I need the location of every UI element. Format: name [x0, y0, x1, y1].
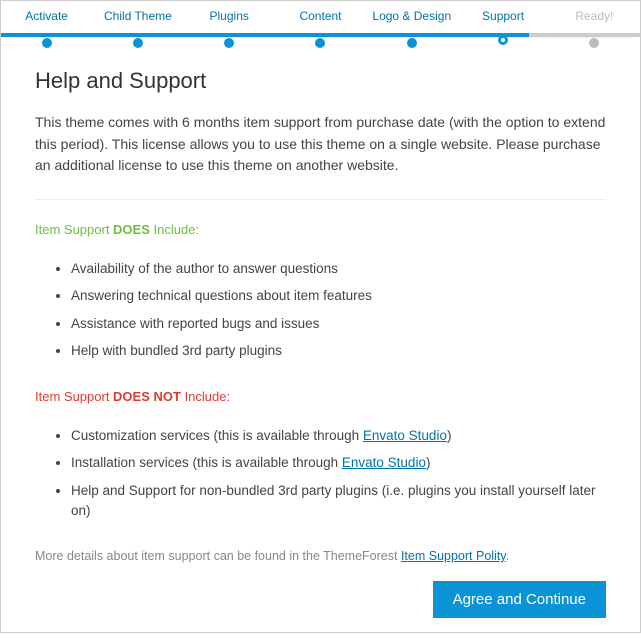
step-activate[interactable]: Activate: [1, 9, 92, 31]
step-dot-icon: [133, 38, 143, 48]
intro-text: This theme comes with 6 months item supp…: [35, 112, 606, 177]
step-dot-icon: [407, 38, 417, 48]
list-item: Assistance with reported bugs and issues: [71, 314, 606, 334]
list-item: Help with bundled 3rd party plugins: [71, 341, 606, 361]
more-details: More details about item support can be f…: [35, 549, 606, 563]
does-not-include-list: Customization services (this is availabl…: [35, 426, 606, 521]
list-item: Customization services (this is availabl…: [71, 426, 606, 446]
list-item: Installation services (this is available…: [71, 453, 606, 473]
does-include-list: Availability of the author to answer que…: [35, 259, 606, 361]
step-plugins[interactable]: Plugins: [184, 9, 275, 31]
envato-studio-link[interactable]: Envato Studio: [363, 428, 447, 443]
does-include-heading: Item Support DOES Include:: [35, 222, 606, 237]
list-item: Availability of the author to answer que…: [71, 259, 606, 279]
step-label: Logo & Design: [372, 9, 451, 23]
actions: Agree and Continue: [35, 581, 606, 618]
step-label: Child Theme: [104, 9, 172, 23]
list-item: Answering technical questions about item…: [71, 286, 606, 306]
divider: [35, 199, 606, 200]
envato-studio-link[interactable]: Envato Studio: [342, 455, 426, 470]
step-label: Content: [299, 9, 341, 23]
step-child-theme[interactable]: Child Theme: [92, 9, 183, 31]
wizard-steps: Activate Child Theme Plugins Content Log…: [1, 1, 640, 31]
agree-continue-button[interactable]: Agree and Continue: [433, 581, 606, 618]
step-dot-icon: [42, 38, 52, 48]
does-not-include-heading: Item Support DOES NOT Include:: [35, 389, 606, 404]
step-label: Ready!: [575, 9, 613, 23]
step-ready: Ready!: [549, 9, 640, 31]
step-support[interactable]: Support: [457, 9, 548, 31]
step-label: Support: [482, 9, 524, 23]
content-panel: Help and Support This theme comes with 6…: [9, 37, 632, 638]
page-title: Help and Support: [35, 68, 606, 94]
step-logo-design[interactable]: Logo & Design: [366, 9, 457, 31]
step-dot-icon: [498, 35, 508, 45]
list-item: Help and Support for non-bundled 3rd par…: [71, 481, 606, 522]
step-label: Activate: [25, 9, 68, 23]
step-label: Plugins: [210, 9, 249, 23]
item-support-policy-link[interactable]: Item Support Polity: [401, 549, 506, 563]
step-content[interactable]: Content: [275, 9, 366, 31]
